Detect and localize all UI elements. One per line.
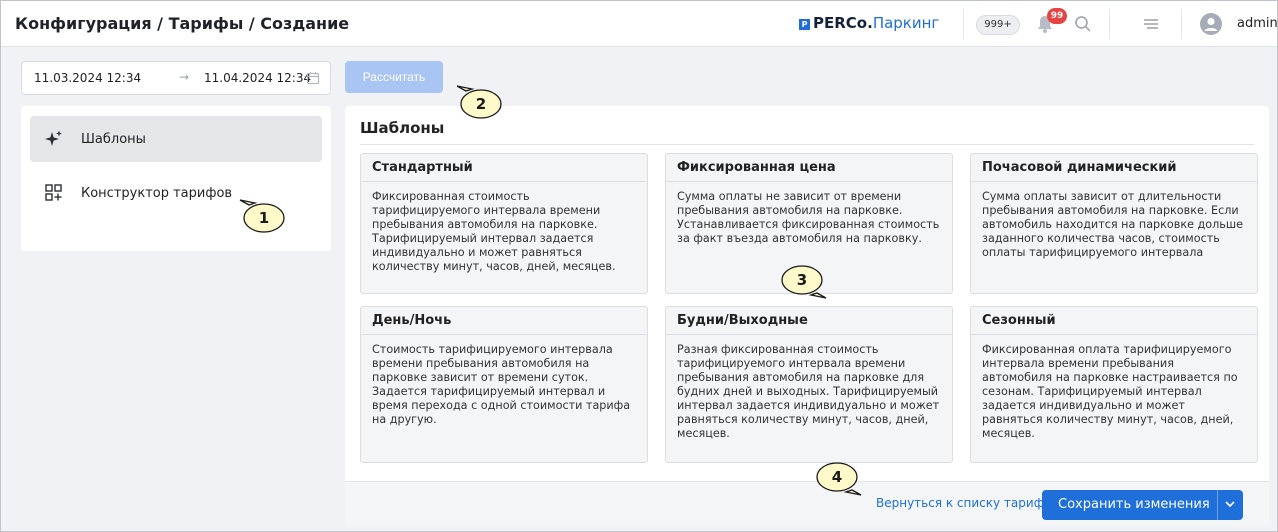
chevron-down-icon[interactable]	[1225, 500, 1235, 508]
notification-count-badge: 99	[1047, 8, 1067, 24]
action-footer: Вернуться к списку тарифов Сохранить изм…	[345, 481, 1269, 526]
template-card-seasonal[interactable]: Сезонный Фиксированная оплата тарифициру…	[970, 306, 1258, 463]
search-icon[interactable]	[1074, 15, 1092, 33]
calendar-icon[interactable]	[306, 71, 320, 85]
callout-number: 1	[259, 209, 269, 227]
sidebar-item-label: Конструктор тарифов	[81, 186, 233, 201]
save-changes-button[interactable]: Сохранить изменения	[1042, 490, 1243, 520]
divider	[1109, 9, 1110, 39]
card-description: Сумма оплаты зависит от длительности пре…	[982, 190, 1243, 259]
date-range-picker[interactable]: 11.03.2024 12:34 → 11.04.2024 12:34	[21, 61, 331, 95]
divider	[963, 9, 964, 39]
card-description: Стоимость тарифицируемого интервала врем…	[372, 343, 631, 426]
card-title: Будни/Выходные	[666, 307, 952, 335]
card-title: Почасовой динамический	[971, 154, 1257, 182]
sparkle-icon	[45, 130, 62, 146]
divider	[1181, 9, 1182, 39]
templates-panel: Шаблоны Стандартный Фиксированная стоимо…	[345, 106, 1269, 526]
breadcrumb: Конфигурация / Тарифы / Создание	[15, 14, 350, 33]
date-to[interactable]: 11.04.2024 12:34	[204, 71, 311, 85]
callout-2: 2	[456, 85, 502, 119]
template-card-weekdays-weekends[interactable]: Будни/Выходные Разная фиксированная стои…	[665, 306, 953, 463]
card-description: Фиксированная оплата тарифицируемого инт…	[982, 343, 1238, 440]
template-card-hourly-dynamic[interactable]: Почасовой динамический Сумма оплаты зави…	[970, 153, 1258, 294]
sidebar-item-templates[interactable]: Шаблоны	[30, 116, 322, 162]
calculate-button[interactable]: Рассчитать	[345, 61, 443, 93]
user-name[interactable]: admin	[1237, 16, 1278, 31]
sidebar-item-label: Шаблоны	[81, 132, 146, 147]
app-logo: P PERCo.Паркинг	[799, 14, 939, 32]
card-description: Сумма оплаты не зависит от времени пребы…	[677, 190, 940, 245]
date-range-arrow: →	[179, 70, 190, 84]
callout-3: 3	[781, 265, 827, 299]
callout-4: 4	[816, 462, 862, 496]
logo-brand: PERCo.	[813, 14, 873, 32]
back-to-tariffs-link[interactable]: Вернуться к списку тарифов	[876, 496, 1058, 510]
callout-number: 3	[797, 271, 807, 289]
save-button-label: Сохранить изменения	[1058, 497, 1210, 512]
divider	[1217, 490, 1218, 520]
logo-subtitle: Паркинг	[872, 14, 940, 32]
card-title: Фиксированная цена	[666, 154, 952, 182]
top-bar: Конфигурация / Тарифы / Создание P PERCo.…	[1, 1, 1278, 47]
callout-number: 4	[832, 468, 842, 486]
callout-number: 2	[476, 95, 486, 113]
section-title: Шаблоны	[360, 119, 445, 137]
callout-1: 1	[239, 199, 285, 233]
user-avatar-icon[interactable]	[1200, 13, 1222, 35]
card-description: Разная фиксированная стоимость тарифицир…	[677, 343, 940, 440]
divider	[360, 144, 1254, 145]
template-card-day-night[interactable]: День/Ночь Стоимость тарифицируемого инте…	[360, 306, 648, 463]
card-title: Стандартный	[361, 154, 647, 182]
grid-plus-icon	[45, 184, 62, 201]
date-from[interactable]: 11.03.2024 12:34	[34, 71, 141, 85]
card-title: Сезонный	[971, 307, 1257, 335]
event-count-badge[interactable]: 999+	[976, 15, 1020, 35]
card-title: День/Ночь	[361, 307, 647, 335]
template-card-standard[interactable]: Стандартный Фиксированная стоимость тари…	[360, 153, 648, 294]
menu-icon[interactable]	[1143, 17, 1159, 31]
card-description: Фиксированная стоимость тарифицируемого …	[372, 190, 616, 273]
logo-mark-icon: P	[799, 19, 810, 30]
